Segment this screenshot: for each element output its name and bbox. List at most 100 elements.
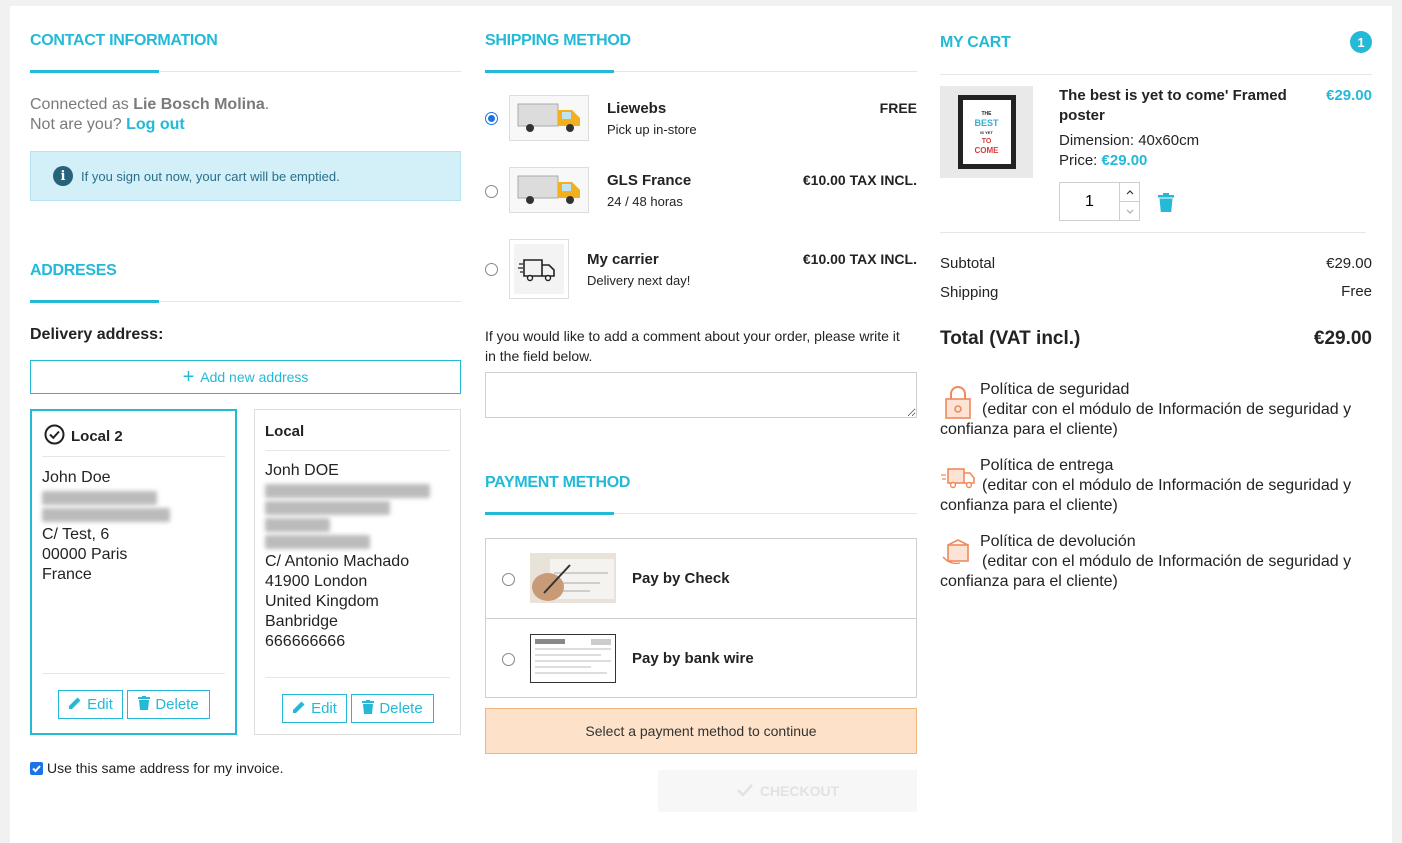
redacted-line — [42, 491, 157, 505]
policy-title: Política de entrega — [980, 457, 1114, 474]
quantity-input[interactable] — [1060, 183, 1119, 220]
address-name: John Doe — [42, 469, 111, 486]
contact-section-rule — [30, 70, 461, 73]
connected-suffix: . — [264, 96, 270, 113]
shipping-section-rule — [485, 70, 917, 73]
redacted-line — [265, 484, 430, 498]
edit-label: Edit — [311, 700, 337, 717]
quantity-stepper — [1059, 182, 1140, 221]
carrier-delay: 24 / 48 horas — [607, 194, 683, 209]
checkmark-icon — [736, 783, 754, 800]
carrier-name: Liewebs — [607, 100, 667, 117]
user-name: Lie Bosch Molina — [133, 96, 265, 113]
policy-delivery: Política de entrega (editar con el módul… — [940, 456, 1372, 516]
payment-radio-bank-wire[interactable] — [502, 653, 515, 666]
payment-warning: Select a payment method to continue — [485, 708, 917, 754]
address-line: 41900 London — [265, 573, 368, 590]
poster-text: BEST — [974, 117, 999, 128]
edit-address-button[interactable]: Edit — [58, 690, 123, 719]
address-body: John Doe C/ Test, 6 00000 Paris France — [42, 468, 222, 585]
carrier-name: GLS France — [607, 172, 692, 189]
quantity-buttons — [1119, 183, 1139, 220]
dimension-value: 40x60cm — [1138, 132, 1200, 149]
carrier-radio-gls[interactable] — [485, 185, 498, 198]
unit-price-label: Price: — [1059, 152, 1098, 169]
shipping-value: Free — [1341, 283, 1372, 300]
address-footer-divider — [42, 673, 225, 674]
product-price: €29.00 — [1326, 87, 1372, 104]
total-label: Total (VAT incl.) — [940, 328, 1081, 349]
checkout-label: CHECKOUT — [759, 783, 840, 799]
carrier-radio-liewebs[interactable] — [485, 112, 498, 125]
policy-description: (editar con el módulo de Información de … — [940, 401, 1352, 438]
add-new-address-label: Add new address — [200, 369, 309, 385]
carrier-delay: Delivery next day! — [587, 273, 691, 288]
comment-label: If you would like to add a comment about… — [485, 328, 900, 364]
truck-icon — [509, 95, 589, 141]
delete-label: Delete — [155, 696, 199, 713]
truck-icon — [509, 167, 589, 213]
pencil-icon — [68, 696, 82, 714]
shipping-label: Shipping — [940, 284, 999, 301]
product-image[interactable]: THE BEST IS YET TO COME — [940, 86, 1033, 178]
pencil-icon — [292, 700, 306, 718]
address-line: Banbridge — [265, 613, 338, 630]
payment-option-label: Pay by Check — [632, 570, 730, 587]
product-name[interactable]: The best is yet to come' Framed poster — [1059, 86, 1289, 126]
unit-price-value: €29.00 — [1101, 152, 1148, 169]
contact-section-title: CONTACT INFORMATION — [30, 32, 218, 49]
address-footer-divider — [265, 677, 450, 678]
policy-security: Política de seguridad (editar con el mód… — [940, 380, 1372, 440]
add-new-address-button[interactable]: + Add new address — [30, 360, 461, 394]
carrier-delay: Pick up in-store — [607, 122, 697, 137]
chevron-up-icon[interactable] — [1120, 183, 1139, 202]
payment-option-check[interactable]: Pay by Check — [486, 539, 916, 619]
connected-as-text: Connected as Lie Bosch Molina. — [30, 95, 269, 115]
policy-description: (editar con el módulo de Información de … — [940, 553, 1352, 590]
payment-option-bank-wire[interactable]: Pay by bank wire — [486, 619, 916, 699]
addresses-section-rule — [30, 300, 461, 303]
redacted-line — [265, 518, 330, 532]
payment-section-rule — [485, 512, 917, 515]
remove-item-trash-icon[interactable] — [1158, 193, 1174, 215]
address-line: C/ Test, 6 — [42, 526, 110, 543]
address-alias: Local 2 — [71, 427, 123, 445]
payment-radio-check[interactable] — [502, 573, 515, 586]
signout-notice-text: If you sign out now, your cart will be e… — [81, 168, 340, 184]
not-you-text: Not are you? — [30, 116, 122, 133]
delete-address-button[interactable]: Delete — [351, 694, 434, 723]
checkout-button[interactable]: CHECKOUT — [658, 770, 917, 812]
trash-icon — [138, 695, 151, 714]
policy-title: Política de devolución — [980, 533, 1136, 550]
poster-text: TO — [981, 137, 992, 145]
address-card-local[interactable]: Local Jonh DOE C/ Antonio Machado 41900 … — [254, 409, 461, 735]
bank-wire-icon — [530, 634, 616, 683]
address-divider — [265, 450, 450, 451]
poster-text: IS YET — [980, 129, 993, 135]
dimension-label: Dimension: — [1059, 132, 1135, 149]
subtotal-label: Subtotal — [940, 255, 996, 272]
carrier-radio-my-carrier[interactable] — [485, 263, 498, 276]
edit-address-button[interactable]: Edit — [282, 694, 347, 723]
same-invoice-checkbox[interactable] — [30, 761, 43, 775]
payment-option-label: Pay by bank wire — [632, 650, 754, 667]
subtotal-value: €29.00 — [1326, 255, 1372, 272]
redacted-line — [265, 535, 370, 549]
payment-section-title: PAYMENT METHOD — [485, 474, 631, 491]
check-circle-icon — [44, 424, 65, 448]
delete-address-button[interactable]: Delete — [127, 690, 210, 719]
shipping-section-title: SHIPPING METHOD — [485, 32, 631, 49]
address-line: C/ Antonio Machado — [265, 553, 410, 570]
address-divider — [42, 456, 225, 457]
delete-label: Delete — [379, 700, 423, 717]
same-invoice-label: Use this same address for my invoice. — [47, 760, 284, 776]
logout-link[interactable]: Log out — [126, 116, 185, 133]
address-line: United Kingdom — [265, 593, 379, 610]
address-card-local-2[interactable]: Local 2 John Doe C/ Test, 6 00000 Paris … — [30, 409, 237, 735]
carrier-price: €10.00 TAX INCL. — [802, 251, 917, 267]
order-comment-textarea[interactable] — [485, 372, 917, 418]
signout-notice: i If you sign out now, your cart will be… — [30, 151, 461, 201]
policy-description: (editar con el módulo de Información de … — [940, 477, 1352, 514]
chevron-down-icon[interactable] — [1120, 202, 1139, 220]
same-invoice-row: Use this same address for my invoice. — [30, 760, 284, 776]
